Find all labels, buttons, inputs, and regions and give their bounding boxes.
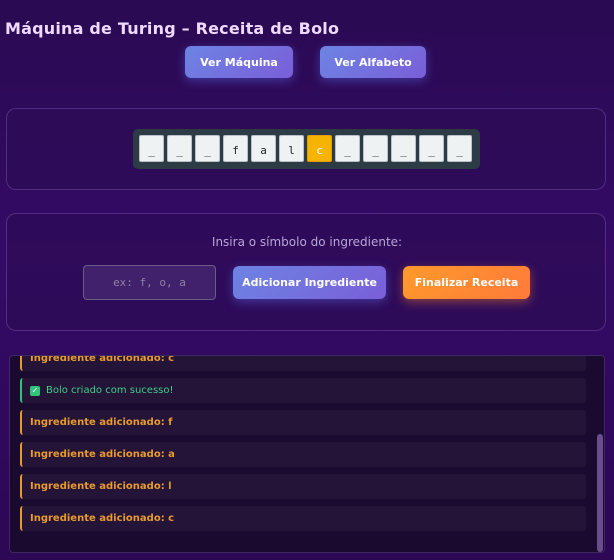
log-entry: Ingrediente adicionado: a <box>20 442 586 467</box>
tape-cell: _ <box>391 135 416 162</box>
tape-cell: _ <box>447 135 472 162</box>
view-machine-button[interactable]: Ver Máquina <box>185 46 293 78</box>
tape-cell: _ <box>139 135 164 162</box>
add-ingredient-button[interactable]: Adicionar Ingrediente <box>233 266 386 299</box>
tape-cell: _ <box>335 135 360 162</box>
ingredient-prompt: Insira o símbolo do ingrediente: <box>211 235 403 249</box>
check-icon: ✓ <box>30 385 40 396</box>
log-entry-text: Ingrediente adicionado: c <box>30 513 175 524</box>
log-entry-text: Ingrediente adicionado: f <box>30 417 173 428</box>
log-panel[interactable]: Ingrediente adicionado: c ✓ Bolo criado co… <box>9 355 605 553</box>
log-entry-text: Ingrediente adicionado: l <box>30 481 172 492</box>
tape-cell: _ <box>419 135 444 162</box>
tape-cell: _ <box>167 135 192 162</box>
tape-cell: _ <box>363 135 388 162</box>
tape-cell: _ <box>195 135 220 162</box>
tape-panel: _ _ _ f a l c _ _ _ _ _ <box>6 108 606 190</box>
page-title: Máquina de Turing – Receita de Bolo <box>5 19 340 38</box>
log-entry: Ingrediente adicionado: c <box>20 506 586 531</box>
ingredient-panel: Insira o símbolo do ingrediente: Adicion… <box>6 213 606 331</box>
turing-tape: _ _ _ f a l c _ _ _ _ _ <box>133 129 480 169</box>
nav-bar: Ver Máquina Ver Alfabeto <box>0 46 614 78</box>
log-entry: Ingrediente adicionado: c <box>20 355 586 371</box>
log-entry-text: Bolo criado com sucesso! <box>46 385 174 396</box>
tape-cell: a <box>251 135 276 162</box>
tape-cell: l <box>279 135 304 162</box>
ingredient-input[interactable] <box>83 265 216 300</box>
view-alphabet-button[interactable]: Ver Alfabeto <box>320 46 426 78</box>
log-entry: Ingrediente adicionado: l <box>20 474 586 499</box>
log-entry: Ingrediente adicionado: f <box>20 410 586 435</box>
log-entry-text: Ingrediente adicionado: a <box>30 449 175 460</box>
log-scrollbar[interactable] <box>595 356 604 552</box>
finish-recipe-button[interactable]: Finalizar Receita <box>403 266 530 299</box>
log-entry-text: Ingrediente adicionado: c <box>30 355 175 364</box>
tape-cell-head: c <box>307 135 332 162</box>
tape-cell: f <box>223 135 248 162</box>
log-entry-success: ✓ Bolo criado com sucesso! <box>20 378 586 403</box>
log-scrollbar-thumb[interactable] <box>597 434 603 552</box>
